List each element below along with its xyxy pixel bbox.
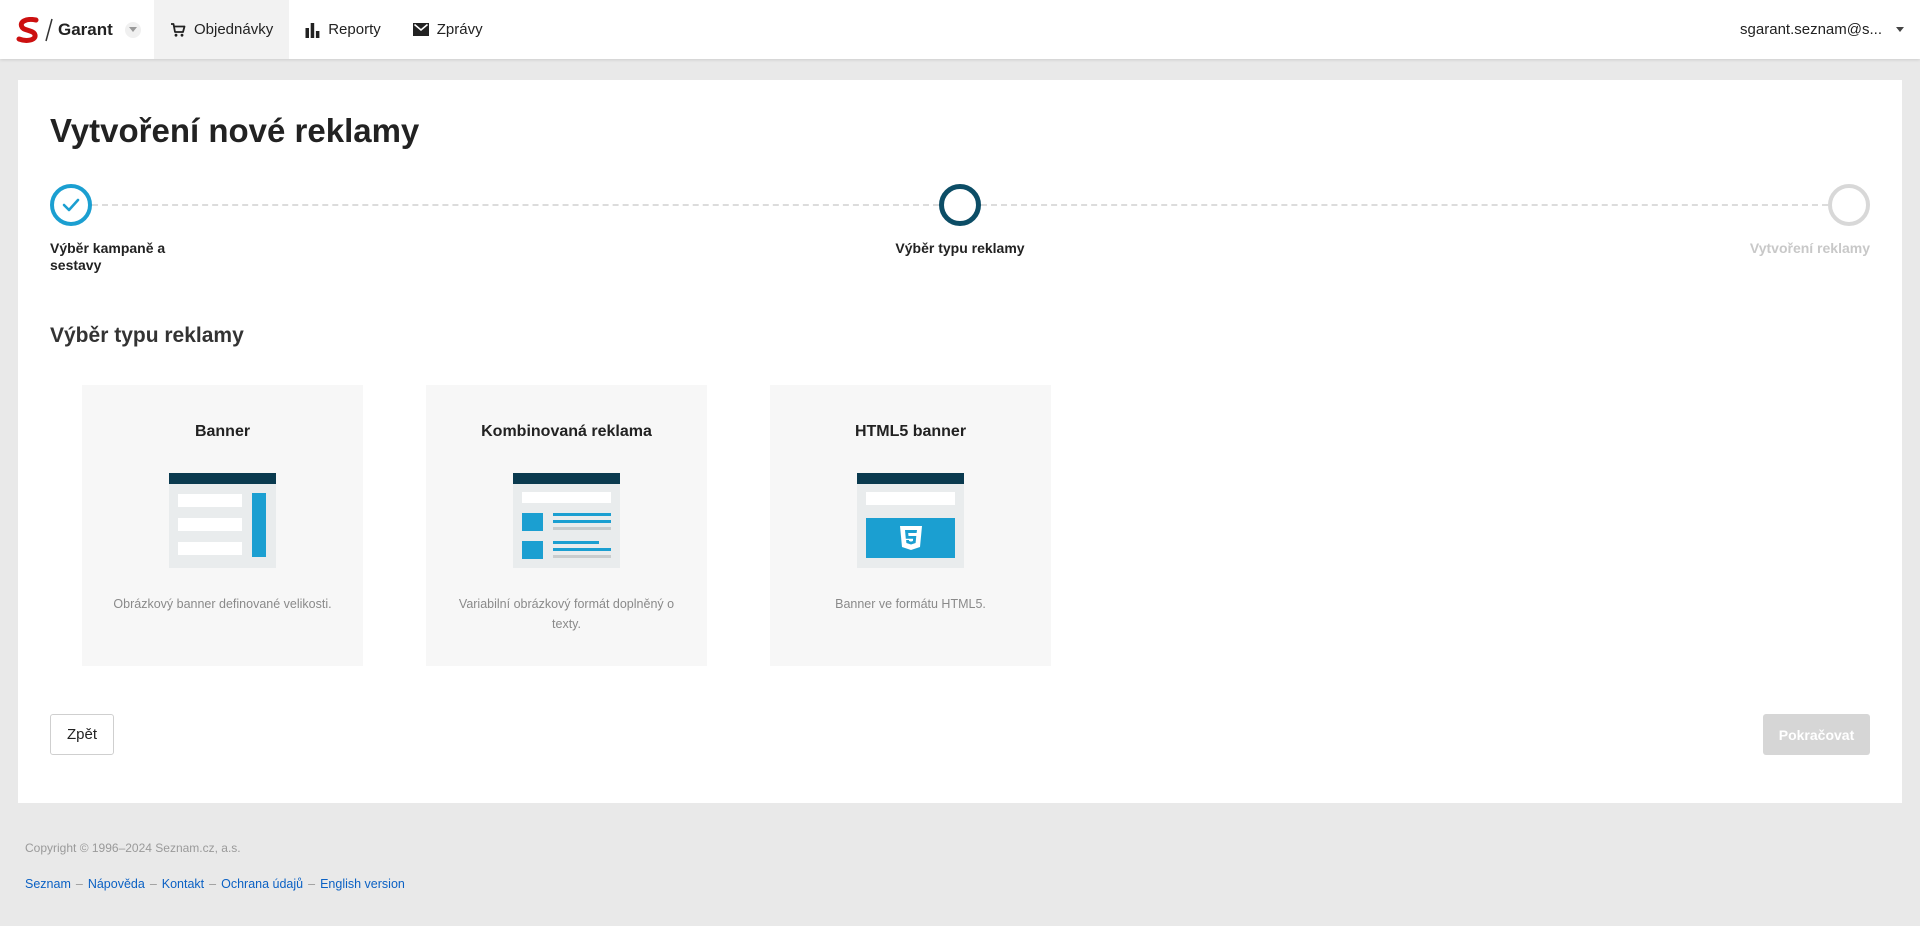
slash-icon — [45, 18, 53, 41]
nav-item-label: Objednávky — [194, 21, 274, 38]
step-3-label: Vytvoření reklamy — [1749, 240, 1870, 256]
nav-item-messages[interactable]: Zprávy — [397, 0, 499, 59]
nav-item-label: Zprávy — [436, 21, 483, 38]
footer-link-seznam[interactable]: Seznam — [25, 877, 71, 891]
section-title: Výběr typu reklamy — [50, 324, 244, 347]
stepper-connector — [981, 204, 1828, 206]
continue-button[interactable]: Pokračovat — [1763, 714, 1870, 755]
checkmark-icon — [62, 198, 80, 212]
chevron-down-icon — [1896, 26, 1904, 32]
banner-illustration-icon — [169, 473, 276, 568]
tile-description: Banner ve formátu HTML5. — [835, 597, 986, 611]
nav-item-label: Reporty — [328, 21, 381, 38]
stepper: Výběr kampaně a sestavy Výběr typu rekla… — [50, 184, 1870, 284]
ad-type-banner-tile[interactable]: Banner Obrázkový banner definované velik… — [82, 385, 363, 666]
footer-link-english[interactable]: English version — [320, 877, 405, 891]
footer-separator: – — [209, 877, 217, 891]
user-menu[interactable]: sgarant.seznam@s... — [1740, 0, 1904, 59]
stepper-connector — [92, 204, 939, 206]
footer-separator: – — [75, 877, 83, 891]
footer-link-privacy[interactable]: Ochrana údajů — [221, 877, 303, 891]
brand[interactable]: Garant — [0, 0, 154, 59]
step-2-current-circle — [939, 184, 981, 226]
footer-links: Seznam – Nápověda – Kontakt – Ochrana úd… — [25, 877, 405, 891]
main-nav: Objednávky Reporty Zprávy — [154, 0, 499, 59]
tile-description: Variabilní obrázkový formát doplněný o t… — [458, 597, 675, 631]
step-3-todo-circle — [1828, 184, 1870, 226]
nav-item-orders[interactable]: Objednávky — [154, 0, 290, 59]
seznam-logo-icon — [16, 16, 39, 43]
ad-type-list: Banner Obrázkový banner definované velik… — [82, 385, 1114, 666]
footer-separator: – — [149, 877, 157, 891]
footer-link-help[interactable]: Nápověda — [88, 877, 145, 891]
combined-ad-illustration-icon — [513, 473, 620, 568]
footer-separator: – — [308, 877, 316, 891]
step-2-label: Výběr typu reklamy — [895, 240, 1025, 256]
nav-item-reports[interactable]: Reporty — [289, 0, 397, 59]
app-switcher-caret-icon[interactable] — [124, 21, 141, 38]
footer-link-contact[interactable]: Kontakt — [162, 877, 204, 891]
step-1-label: Výběr kampaně a sestavy — [50, 240, 166, 273]
back-button[interactable]: Zpět — [50, 714, 114, 755]
copyright-text: Copyright © 1996–2024 Seznam.cz, a.s. — [25, 841, 241, 855]
html5-banner-illustration-icon — [857, 473, 964, 568]
tile-title: Kombinovaná reklama — [481, 423, 652, 440]
ad-type-combined-tile[interactable]: Kombinovaná reklama Variabilní obrázkový… — [426, 385, 707, 666]
cart-icon — [171, 22, 186, 37]
main-card: Vytvoření nové reklamy Výběr kampaně a s… — [18, 80, 1902, 803]
tile-title: HTML5 banner — [854, 423, 967, 440]
ad-type-html5-tile[interactable]: HTML5 banner Banner ve formátu HTML5. — [770, 385, 1051, 666]
page-title: Vytvoření nové reklamy — [50, 112, 420, 149]
app-name: Garant — [58, 19, 113, 39]
top-bar: Garant Objednávky Reporty Zprávy sgarant… — [0, 0, 1920, 59]
bar-chart-icon — [305, 22, 320, 38]
tile-description: Obrázkový banner definované velikosti. — [113, 597, 332, 611]
envelope-icon — [412, 23, 429, 36]
tile-title: Banner — [194, 423, 251, 440]
user-email: sgarant.seznam@s... — [1740, 21, 1882, 38]
step-1-done-circle — [50, 184, 92, 226]
